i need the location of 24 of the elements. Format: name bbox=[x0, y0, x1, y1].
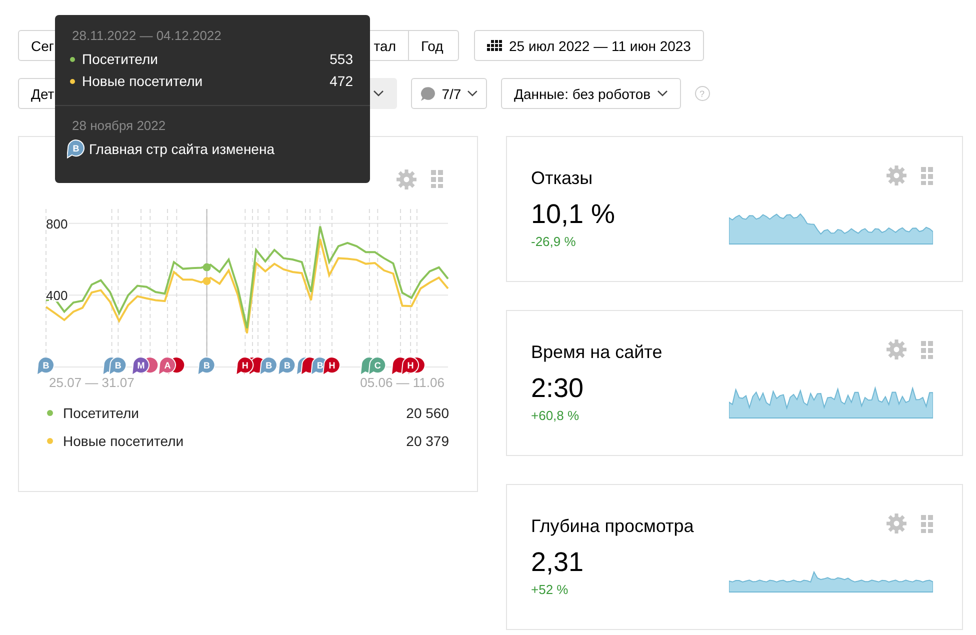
metric-title: Время на сайте bbox=[531, 341, 664, 363]
metric-title: Глубина просмотра bbox=[531, 515, 695, 537]
series-value: 472 bbox=[330, 73, 353, 89]
axis-label: 05.06 — 11.06 bbox=[360, 375, 444, 389]
metric-value: 2,31 bbox=[531, 547, 585, 578]
series-name: Посетители bbox=[82, 51, 159, 67]
series-name: Новые посетители bbox=[82, 73, 204, 89]
metric-value: 10,1 % bbox=[531, 199, 616, 230]
legend-total: 20 560 bbox=[406, 405, 449, 421]
metric-change: +60,8 % bbox=[531, 408, 580, 423]
axis-label: 25.07 — 31.07 bbox=[49, 375, 134, 389]
legend-label: Новые посетители bbox=[63, 433, 185, 449]
metric-value: 2:30 bbox=[531, 373, 585, 404]
axis-label: 400 bbox=[46, 288, 68, 304]
note-text: Главная стр сайта изменена bbox=[89, 141, 274, 157]
metric-change: +52 % bbox=[531, 582, 570, 597]
axis-label: 800 bbox=[46, 216, 68, 232]
tooltip-date: 28 ноября 2022 bbox=[71, 117, 167, 133]
series-value: 553 bbox=[330, 51, 353, 67]
legend-total: 20 379 bbox=[406, 433, 449, 449]
metric-change: -26,9 % bbox=[531, 234, 577, 249]
legend-label: Посетители bbox=[63, 405, 140, 421]
metric-title: Отказы bbox=[531, 167, 594, 189]
tooltip-period: 28.11.2022 — 04.12.2022 bbox=[71, 27, 222, 43]
